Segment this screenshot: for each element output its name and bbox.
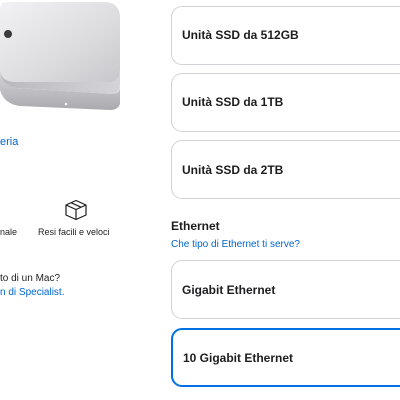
- ethernet-section-title: Ethernet: [171, 219, 220, 233]
- specialist-link[interactable]: n di Specialist.: [0, 286, 64, 300]
- mac-mini-image: [0, 2, 120, 110]
- option-label: Unità SSD da 512GB: [182, 28, 299, 42]
- gallery-link[interactable]: eria: [0, 136, 18, 148]
- ethernet-help-link[interactable]: Che tipo di Ethernet ti serve?: [171, 239, 300, 250]
- storage-option-2tb[interactable]: Unità SSD da 2TB: [171, 140, 400, 199]
- feature-label-shipping: Resi facili e veloci: [38, 227, 110, 237]
- option-label: Unità SSD da 1TB: [182, 95, 284, 109]
- storage-option-512gb[interactable]: Unità SSD da 512GB: [171, 6, 400, 65]
- option-label: Unità SSD da 2TB: [182, 163, 284, 177]
- ethernet-option-gigabit[interactable]: Gigabit Ethernet: [171, 260, 400, 319]
- help-question: to di un Mac?: [0, 273, 61, 284]
- option-label: 10 Gigabit Ethernet: [183, 351, 294, 365]
- feature-label-left: nale: [0, 227, 18, 237]
- storage-option-1tb[interactable]: Unità SSD da 1TB: [171, 73, 400, 132]
- ethernet-option-10-gigabit[interactable]: 10 Gigabit Ethernet: [171, 328, 400, 387]
- option-label: Gigabit Ethernet: [182, 283, 276, 297]
- config-page: eria nale Resi facili e veloci to di un …: [0, 0, 400, 400]
- box-icon: [65, 199, 87, 221]
